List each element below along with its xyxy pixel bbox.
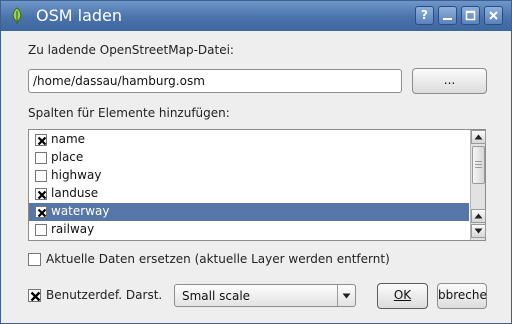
minimize-icon xyxy=(439,10,456,21)
column-checkbox[interactable] xyxy=(35,134,47,146)
custom-style-label: Benutzerdef. Darst. xyxy=(46,288,163,302)
title-bar[interactable]: OSM laden ? xyxy=(1,1,511,31)
file-label: Zu ladende OpenStreetMap-Datei: xyxy=(28,43,234,57)
replace-data-checkbox[interactable] xyxy=(28,253,41,266)
columns-list[interactable]: name place highway landuse waterway rail… xyxy=(28,129,486,241)
osm-load-dialog: OSM laden ? Zu ladende OpenStreetMap-Dat… xyxy=(0,0,512,324)
window-title: OSM laden xyxy=(36,6,123,25)
column-checkbox[interactable] xyxy=(35,224,47,236)
close-button[interactable] xyxy=(484,6,503,25)
cancel-button[interactable]: bbreche xyxy=(437,283,487,309)
browse-button[interactable]: ... xyxy=(412,68,487,94)
column-label: railway xyxy=(51,222,95,236)
column-checkbox[interactable] xyxy=(35,170,47,182)
close-icon xyxy=(485,10,502,21)
column-label: place xyxy=(51,150,84,164)
list-scrollbar[interactable] xyxy=(470,130,486,240)
minimize-button[interactable] xyxy=(438,6,457,25)
list-item[interactable]: railway xyxy=(29,221,469,239)
chevron-down-icon[interactable] xyxy=(337,285,355,306)
scroll-down-button[interactable] xyxy=(471,224,486,238)
help-icon: ? xyxy=(421,8,428,22)
scroll-up-button-lower[interactable] xyxy=(471,209,486,223)
style-select-value: Small scale xyxy=(182,289,251,303)
list-item[interactable]: place xyxy=(29,149,469,167)
column-label: waterway xyxy=(51,204,110,218)
list-item-selected[interactable]: waterway xyxy=(29,203,469,221)
ok-button-label: OK xyxy=(393,288,412,302)
osm-file-path-input[interactable]: /home/dassau/hamburg.osm xyxy=(28,69,402,93)
scrollbar-thumb[interactable] xyxy=(472,146,485,184)
maximize-icon xyxy=(462,10,479,21)
grip-line xyxy=(475,167,482,168)
arrow-up-icon xyxy=(472,213,485,219)
column-checkbox[interactable] xyxy=(35,206,47,218)
ok-button[interactable]: OK xyxy=(377,283,428,309)
browse-button-label: ... xyxy=(443,73,456,87)
arrow-up-icon xyxy=(472,134,485,140)
help-button[interactable]: ? xyxy=(415,6,434,25)
custom-style-checkbox[interactable] xyxy=(28,289,41,302)
column-checkbox[interactable] xyxy=(35,152,47,164)
scroll-up-button[interactable] xyxy=(471,130,486,144)
column-label: name xyxy=(51,132,86,146)
columns-label: Spalten für Elemente hinzufügen: xyxy=(28,106,230,120)
style-select[interactable]: Small scale xyxy=(174,284,356,307)
list-item[interactable]: name xyxy=(29,131,469,149)
qgis-leaf-icon xyxy=(10,7,24,25)
cancel-button-label: bbreche xyxy=(438,288,487,302)
grip-line xyxy=(475,164,482,165)
arrow-down-icon xyxy=(472,228,485,234)
column-label: highway xyxy=(51,168,102,182)
grip-line xyxy=(475,161,482,162)
list-item[interactable]: highway xyxy=(29,167,469,185)
column-label: landuse xyxy=(51,186,99,200)
column-checkbox[interactable] xyxy=(35,188,47,200)
list-item[interactable]: landuse xyxy=(29,185,469,203)
maximize-button[interactable] xyxy=(461,6,480,25)
replace-data-label: Aktuelle Daten ersetzen (aktuelle Layer … xyxy=(46,252,390,266)
